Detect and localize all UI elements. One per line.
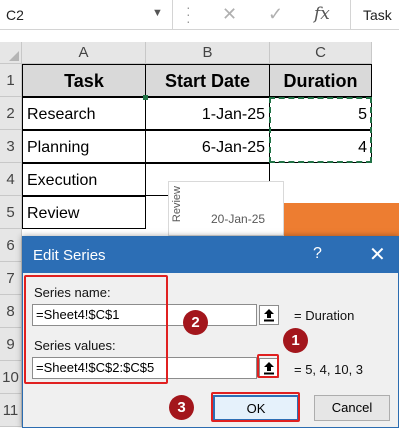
column-header-b[interactable]: B xyxy=(146,42,270,64)
table-cell[interactable]: Planning xyxy=(22,130,146,163)
header-cell-duration[interactable]: Duration xyxy=(269,64,372,97)
row-header-8[interactable]: 8 xyxy=(0,295,22,328)
formula-input[interactable]: Task xyxy=(350,0,399,30)
chevron-down-icon[interactable]: ▼ xyxy=(152,7,163,19)
step-badge: 1 xyxy=(283,328,308,353)
chart-tick-label: 20-Jan-25 xyxy=(211,212,266,226)
step-badge: 3 xyxy=(169,395,194,420)
help-icon[interactable]: ? xyxy=(313,245,322,263)
table-cell[interactable]: 1-Jan-25 xyxy=(145,97,270,130)
enter-formula-icon[interactable]: ✓ xyxy=(268,4,283,25)
column-header-a[interactable]: A xyxy=(22,42,146,64)
formula-text: Task xyxy=(363,7,392,23)
row-header-1[interactable]: 1 xyxy=(0,64,22,97)
row-header-10[interactable]: 10 xyxy=(0,361,22,394)
step-badge: 2 xyxy=(183,310,208,335)
copy-selection-border xyxy=(269,97,372,163)
row-header-4[interactable]: 4 xyxy=(0,163,22,196)
dialog-title-bar[interactable]: Edit Series ? ✕ xyxy=(23,237,398,273)
table-cell[interactable]: Research xyxy=(22,97,146,130)
chart-category-label: Review xyxy=(171,186,183,223)
series-name-preview: = Duration xyxy=(294,308,355,323)
series-inputs-highlight xyxy=(24,275,168,384)
cancel-button[interactable]: Cancel xyxy=(314,395,390,421)
row-header-6[interactable]: 6 xyxy=(0,229,22,262)
dialog-title: Edit Series xyxy=(33,247,106,264)
name-box[interactable]: C2 ▼ xyxy=(0,0,173,30)
arrow-up-icon xyxy=(264,309,274,322)
close-icon[interactable]: ✕ xyxy=(369,242,386,267)
collapse-button-highlight xyxy=(257,354,279,378)
row-header-5[interactable]: 5 xyxy=(0,196,22,229)
header-cell-start-date[interactable]: Start Date xyxy=(145,64,270,97)
fill-handle[interactable] xyxy=(143,95,148,100)
select-all-button[interactable] xyxy=(0,42,22,64)
row-header-2[interactable]: 2 xyxy=(0,97,22,130)
table-cell[interactable]: 6-Jan-25 xyxy=(145,130,270,163)
insert-function-icon[interactable]: fx xyxy=(314,4,330,24)
collapse-dialog-button[interactable] xyxy=(259,305,279,325)
series-values-preview: = 5, 4, 10, 3 xyxy=(294,362,364,377)
ok-button-highlight xyxy=(211,392,300,422)
formula-bar: C2 ▼ · · · ✕ ✓ fx Task xyxy=(0,0,399,30)
column-header-c[interactable]: C xyxy=(270,42,372,64)
chart-plot-area: Review 20-Jan-25 xyxy=(168,181,284,236)
row-header-11[interactable]: 11 xyxy=(0,394,22,427)
gantt-chart[interactable]: Review 20-Jan-25 xyxy=(168,181,399,236)
table-cell[interactable]: Review xyxy=(22,196,146,229)
cancel-formula-icon[interactable]: ✕ xyxy=(222,4,237,25)
row-header-9[interactable]: 9 xyxy=(0,328,22,361)
row-header-7[interactable]: 7 xyxy=(0,262,22,295)
header-cell-task[interactable]: Task xyxy=(22,64,146,97)
drag-handle-icon[interactable]: · · · xyxy=(186,0,192,28)
name-box-value: C2 xyxy=(6,7,24,23)
table-cell[interactable]: Execution xyxy=(22,163,146,196)
chart-bar[interactable] xyxy=(284,203,399,236)
row-header-3[interactable]: 3 xyxy=(0,130,22,163)
